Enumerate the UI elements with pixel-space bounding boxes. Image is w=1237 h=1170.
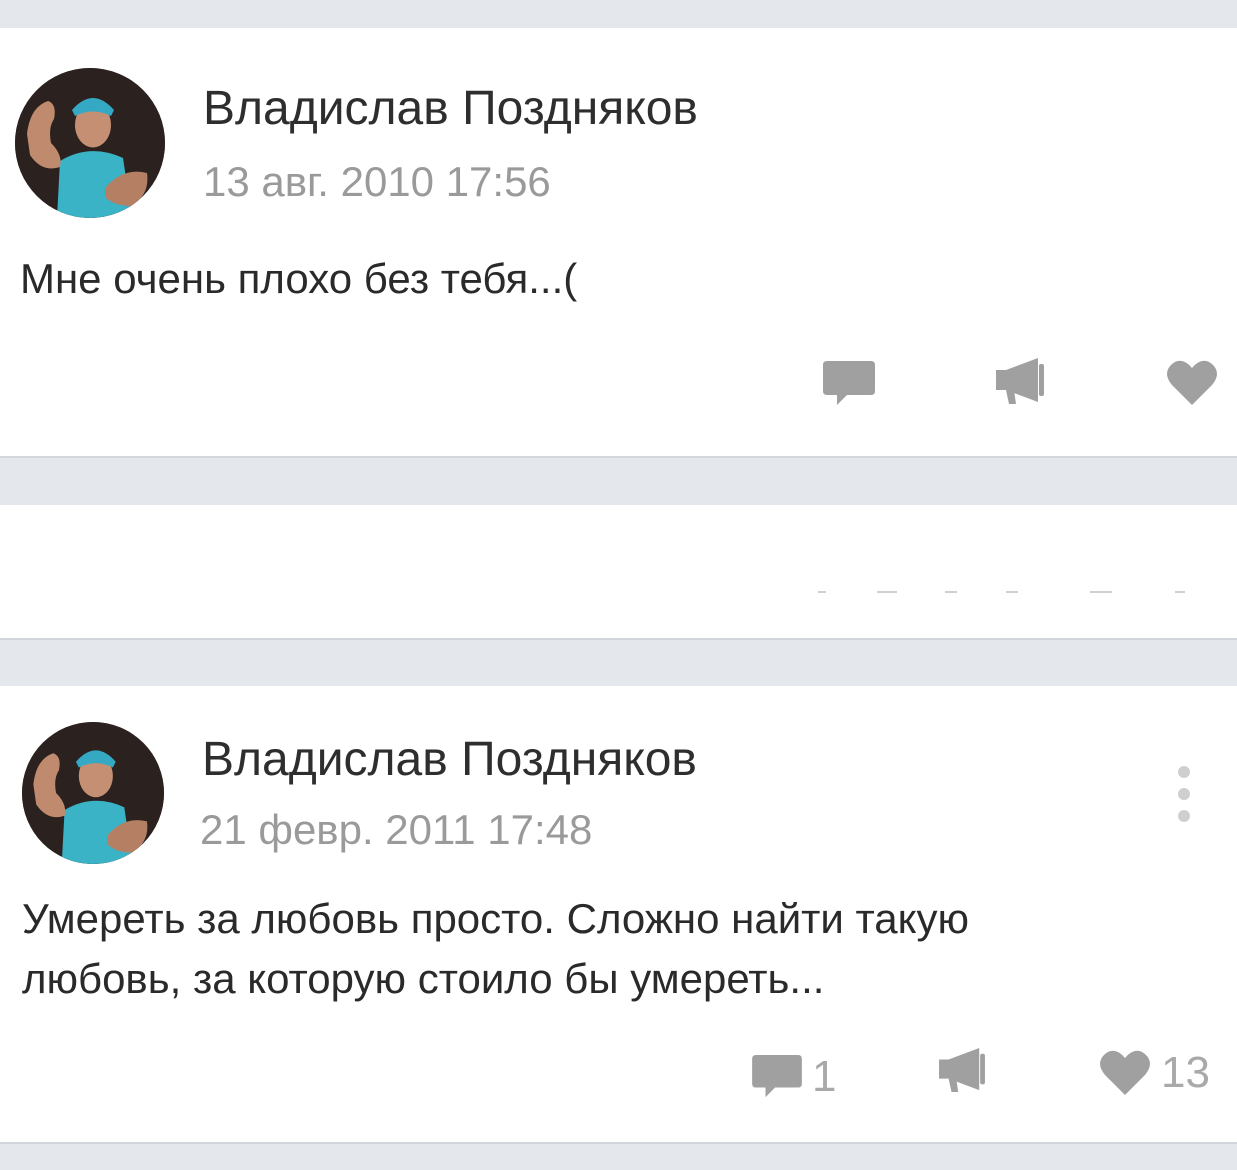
post-card: Владислав Поздняков 21 февр. 2011 17:48 … <box>0 686 1237 1142</box>
post-text: Мне очень плохо без тебя...( <box>20 249 577 309</box>
comment-icon <box>752 1055 802 1098</box>
likes-count: 13 <box>1161 1048 1210 1097</box>
heart-icon <box>1167 360 1217 405</box>
comments-count: 1 <box>812 1052 837 1101</box>
divider <box>945 591 957 593</box>
like-button[interactable] <box>1166 359 1218 407</box>
share-button[interactable] <box>994 358 1046 404</box>
post-date[interactable]: 13 авг. 2010 17:56 <box>203 158 551 206</box>
more-options-button[interactable] <box>1172 762 1196 826</box>
comment-button[interactable]: 1 <box>752 1052 836 1102</box>
post-card-partial <box>0 505 1237 638</box>
share-megaphone-icon <box>996 358 1044 404</box>
share-megaphone-icon <box>939 1048 985 1092</box>
more-vertical-icon <box>1178 788 1190 800</box>
post-date[interactable]: 21 февр. 2011 17:48 <box>200 806 592 854</box>
more-vertical-icon <box>1178 766 1190 778</box>
more-vertical-icon <box>1178 810 1190 822</box>
comment-icon <box>823 361 875 405</box>
post-text-line: Мне очень плохо без тебя...( <box>20 255 578 302</box>
divider <box>877 591 897 593</box>
divider <box>1006 591 1018 593</box>
post-text-line: любовь, за которую стоило бы умереть... <box>22 955 825 1002</box>
avatar-photo <box>22 722 164 864</box>
divider <box>1175 591 1185 593</box>
heart-icon <box>1100 1050 1150 1095</box>
avatar[interactable] <box>22 722 164 864</box>
avatar-photo <box>15 68 165 218</box>
divider <box>1090 591 1112 593</box>
post-card: Владислав Поздняков 13 авг. 2010 17:56 М… <box>0 28 1237 456</box>
like-button[interactable]: 13 <box>1099 1048 1210 1098</box>
comment-button[interactable] <box>823 361 875 407</box>
author-name[interactable]: Владислав Поздняков <box>203 81 698 136</box>
post-text: Умереть за любовь просто. Сложно найти т… <box>22 889 969 1009</box>
avatar[interactable] <box>15 68 165 218</box>
divider <box>818 591 826 593</box>
share-button[interactable] <box>937 1048 987 1092</box>
post-text-line: Умереть за любовь просто. Сложно найти т… <box>22 895 969 942</box>
author-name[interactable]: Владислав Поздняков <box>202 732 697 787</box>
